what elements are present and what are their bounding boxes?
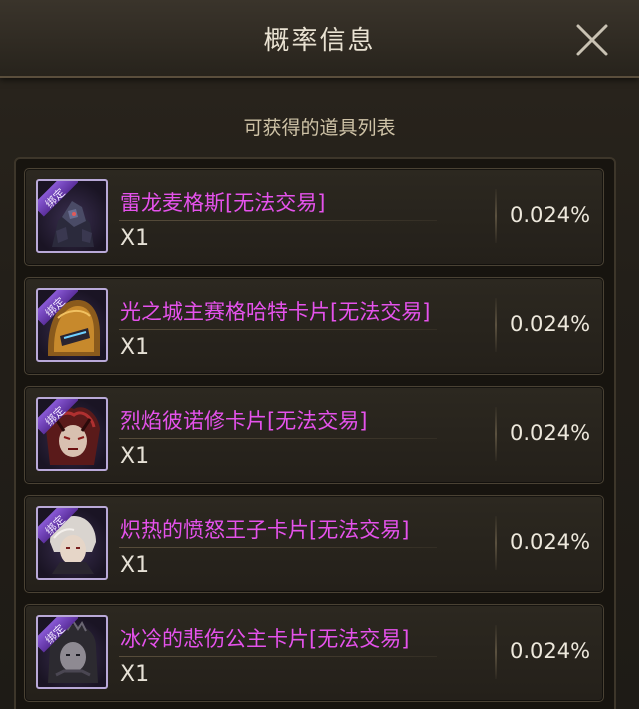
bind-tag: 绑定 xyxy=(38,617,78,657)
bind-tag: 绑定 xyxy=(38,181,78,221)
item-quantity: X1 xyxy=(120,662,150,687)
item-probability: 0.024% xyxy=(509,639,591,663)
item-icon-frame[interactable]: 绑定 xyxy=(36,506,108,580)
item-name: 光之城主赛格哈特卡片[无法交易] xyxy=(120,300,431,324)
item-name: 雷龙麦格斯[无法交易] xyxy=(120,191,326,215)
item-probability: 0.024% xyxy=(509,421,591,445)
item-list-heading: 可获得的道具列表 xyxy=(243,117,396,139)
item-probability: 0.024% xyxy=(509,203,591,227)
name-underline xyxy=(119,329,437,330)
probability-dialog: 概率信息 可获得的道具列表 绑定 雷龙麦格斯[无法交易] X1 0.024% 绑… xyxy=(0,0,639,709)
item-row[interactable]: 绑定 冰冷的悲伤公主卡片[无法交易] X1 0.024% xyxy=(24,604,604,702)
name-underline xyxy=(119,438,437,439)
bind-tag: 绑定 xyxy=(38,508,78,548)
item-quantity: X1 xyxy=(120,444,150,469)
item-icon-frame[interactable]: 绑定 xyxy=(36,288,108,362)
name-underline xyxy=(119,656,437,657)
name-underline xyxy=(119,547,437,548)
item-icon-frame[interactable]: 绑定 xyxy=(36,179,108,253)
item-row[interactable]: 绑定 烈焰彼诺修卡片[无法交易] X1 0.024% xyxy=(24,386,604,484)
name-underline xyxy=(119,220,437,221)
item-probability: 0.024% xyxy=(509,530,591,554)
item-icon-frame[interactable]: 绑定 xyxy=(36,615,108,689)
item-icon-frame[interactable]: 绑定 xyxy=(36,397,108,471)
bind-tag: 绑定 xyxy=(38,399,78,439)
item-quantity: X1 xyxy=(120,226,150,251)
item-row[interactable]: 绑定 雷龙麦格斯[无法交易] X1 0.024% xyxy=(24,168,604,266)
dialog-title: 概率信息 xyxy=(263,26,376,56)
close-button[interactable] xyxy=(572,22,612,58)
item-quantity: X1 xyxy=(120,553,150,578)
item-row[interactable]: 绑定 炽热的愤怒王子卡片[无法交易] X1 0.024% xyxy=(24,495,604,593)
item-row[interactable]: 绑定 光之城主赛格哈特卡片[无法交易] X1 0.024% xyxy=(24,277,604,375)
title-bar: 概率信息 xyxy=(0,0,639,78)
item-name: 冰冷的悲伤公主卡片[无法交易] xyxy=(120,627,410,651)
bind-tag: 绑定 xyxy=(38,290,78,330)
item-quantity: X1 xyxy=(120,335,150,360)
item-name: 烈焰彼诺修卡片[无法交易] xyxy=(120,409,368,433)
item-name: 炽热的愤怒王子卡片[无法交易] xyxy=(120,518,410,542)
item-probability: 0.024% xyxy=(509,312,591,336)
close-icon xyxy=(576,24,608,56)
